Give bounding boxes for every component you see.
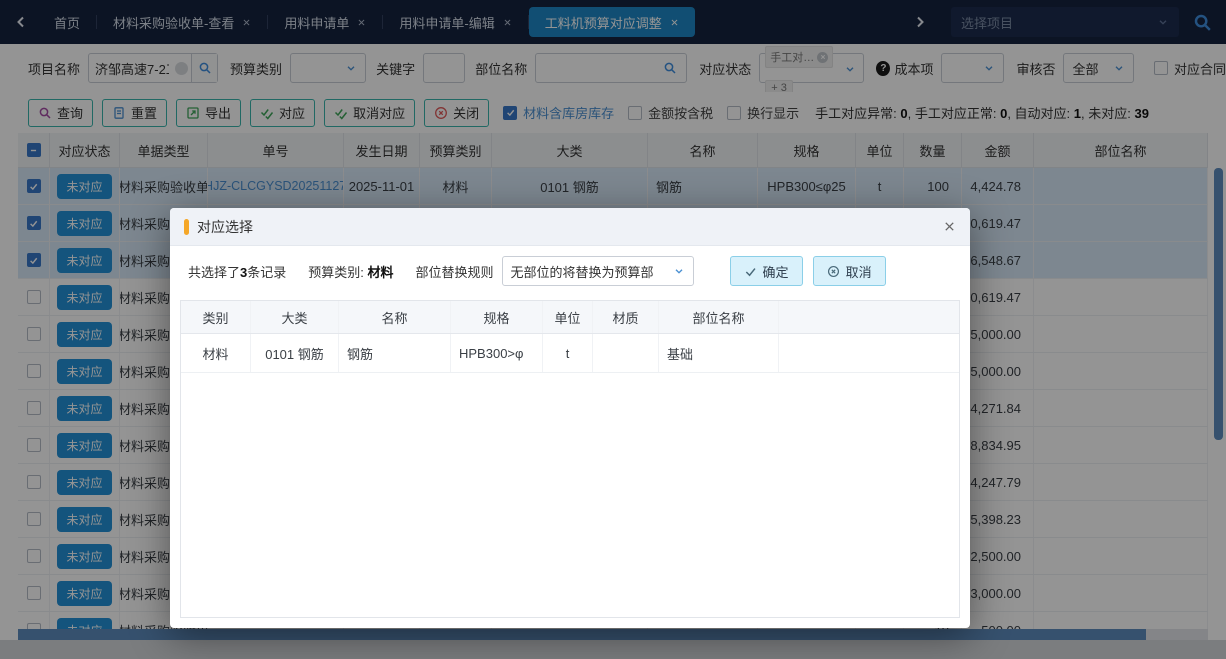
selection-summary: 共选择了3条记录 bbox=[188, 262, 286, 281]
dialog-header: 对应选择 bbox=[170, 208, 970, 246]
dialog-header-cell-category: 大类 bbox=[251, 301, 339, 333]
dialog-cell-spec: HPB300>φ bbox=[451, 334, 543, 372]
dialog-cell-material bbox=[593, 334, 659, 372]
replace-rule-select[interactable]: 无部位的将替换为预算部 bbox=[502, 256, 694, 286]
dialog-header-cell-part: 部位名称 bbox=[659, 301, 779, 333]
title-accent-bar bbox=[184, 219, 189, 235]
dialog-actions: 确定 取消 bbox=[730, 256, 886, 286]
dialog-header-cell-name: 名称 bbox=[339, 301, 451, 333]
dialog-header-cell-material: 材质 bbox=[593, 301, 659, 333]
dialog-budget-type: 预算类别: 材料 bbox=[308, 262, 393, 281]
close-icon[interactable] bbox=[943, 220, 956, 233]
dialog-cell-part: 基础 bbox=[659, 334, 779, 372]
ok-button[interactable]: 确定 bbox=[730, 256, 803, 286]
dialog-header-cell-type: 类别 bbox=[181, 301, 251, 333]
dialog-cell-name: 钢筋 bbox=[339, 334, 451, 372]
dialog-title: 对应选择 bbox=[197, 217, 943, 237]
dialog-table-header-row: 类别大类名称规格单位材质部位名称 bbox=[181, 301, 959, 334]
dialog-cell-type: 材料 bbox=[181, 334, 251, 372]
replace-rule-value: 无部位的将替换为预算部 bbox=[511, 262, 654, 281]
chevron-down-icon bbox=[673, 265, 685, 277]
dialog-toolbar: 共选择了3条记录 预算类别: 材料 部位替换规则 无部位的将替换为预算部 确定 … bbox=[170, 246, 970, 296]
check-icon bbox=[744, 265, 757, 278]
match-select-dialog: 对应选择 共选择了3条记录 预算类别: 材料 部位替换规则 无部位的将替换为预算… bbox=[170, 208, 970, 628]
dialog-cell-unit: t bbox=[543, 334, 593, 372]
dialog-table-row[interactable]: 材料0101 钢筋钢筋HPB300>φt 基础 bbox=[181, 334, 959, 373]
dialog-cell-category: 0101 钢筋 bbox=[251, 334, 339, 372]
dialog-table: 类别大类名称规格单位材质部位名称材料0101 钢筋钢筋HPB300>φt基础 bbox=[181, 301, 959, 373]
dialog-header-cell-unit: 单位 bbox=[543, 301, 593, 333]
dialog-table-area: 类别大类名称规格单位材质部位名称材料0101 钢筋钢筋HPB300>φt基础 bbox=[180, 300, 960, 618]
cancel-button[interactable]: 取消 bbox=[813, 256, 886, 286]
app-window: 首页材料采购验收单-查看用料申请单用料申请单-编辑工料机预算对应调整 选择项目 … bbox=[0, 0, 1226, 659]
replace-rule-label: 部位替换规则 bbox=[416, 262, 494, 281]
replace-rule: 部位替换规则 无部位的将替换为预算部 bbox=[416, 256, 694, 286]
circle-x-icon bbox=[827, 265, 840, 278]
dialog-header-cell-spec: 规格 bbox=[451, 301, 543, 333]
